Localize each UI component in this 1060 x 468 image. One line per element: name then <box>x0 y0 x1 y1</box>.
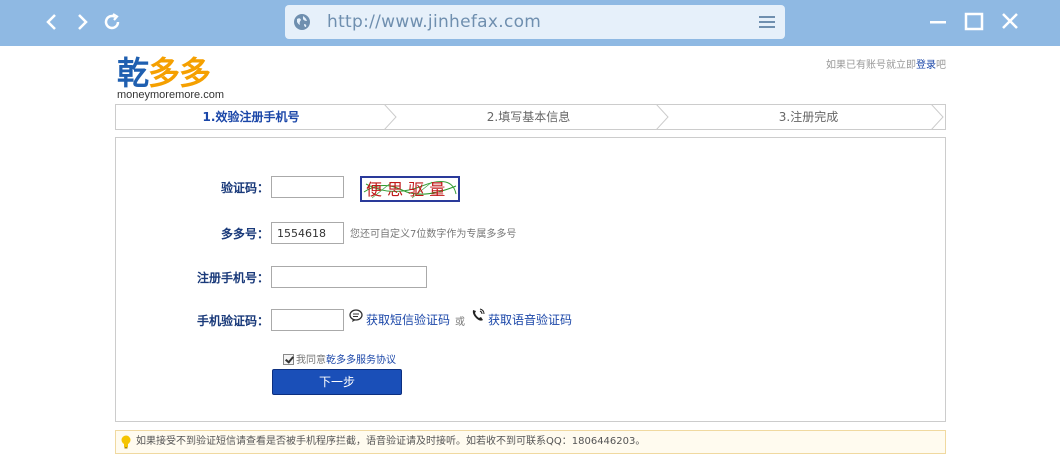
sms-code-label: 手机验证码： <box>196 314 269 328</box>
captcha-label: 验证码： <box>220 181 269 195</box>
duoduo-label: 多多号： <box>220 227 269 241</box>
or-text: 或 <box>455 317 465 328</box>
lightbulb-icon <box>121 435 131 449</box>
next-step-button[interactable]: 下一步 <box>272 369 402 395</box>
close-icon[interactable] <box>996 8 1024 36</box>
service-agreement-link[interactable]: 乾多多服务协议 <box>326 355 396 366</box>
progress-steps: 1.效验注册手机号 2.填写基本信息 3.注册完成 <box>115 104 946 130</box>
get-voice-code-link[interactable]: 获取语音验证码 <box>488 311 572 328</box>
logo[interactable]: 乾多多 moneymoremore.com <box>117 56 224 101</box>
registration-form: 验证码： 便 思 驱 量 多多号： 您还可自定义7位数字作为专属多多号 注册手机… <box>115 137 946 422</box>
back-icon[interactable] <box>40 10 64 34</box>
step-divider <box>656 104 669 130</box>
login-hint: 如果已有账号就立即登录吧 <box>826 60 946 71</box>
refresh-icon[interactable] <box>100 10 124 34</box>
logo-domain: moneymoremore.com <box>117 89 224 101</box>
phone-label: 注册手机号： <box>196 271 269 285</box>
logo-text-secondary: 多多 <box>148 54 211 92</box>
address-bar[interactable]: http://www.jinhefax.com <box>285 5 785 39</box>
phone-icon <box>472 308 485 321</box>
logo-text-primary: 乾 <box>117 54 149 92</box>
get-sms-code-link[interactable]: 获取短信验证码 <box>366 311 450 328</box>
duoduo-input[interactable] <box>271 222 344 244</box>
captcha-image[interactable]: 便 思 驱 量 <box>360 176 460 202</box>
sms-code-input[interactable] <box>271 309 344 331</box>
url-text[interactable]: http://www.jinhefax.com <box>327 5 541 39</box>
tip-bar: 如果接受不到验证短信请查看是否被手机程序拦截，语音验证请及时接听。如若收不到可联… <box>115 430 946 454</box>
phone-input[interactable] <box>271 266 427 288</box>
step-divider <box>931 104 944 130</box>
step-2: 2.填写基本信息 <box>486 110 571 124</box>
login-link[interactable]: 登录 <box>916 60 936 71</box>
tip-text: 如果接受不到验证短信请查看是否被手机程序拦截，语音验证请及时接听。如若收不到可联… <box>136 436 646 447</box>
browser-toolbar: http://www.jinhefax.com <box>0 0 1060 46</box>
step-3: 3.注册完成 <box>778 110 839 124</box>
forward-icon[interactable] <box>70 10 94 34</box>
agreement: 我同意乾多多服务协议 <box>283 351 396 366</box>
agree-checkbox[interactable] <box>283 354 294 365</box>
captcha-text: 便 思 驱 量 <box>366 180 445 199</box>
captcha-input[interactable] <box>271 176 344 198</box>
maximize-icon[interactable] <box>960 8 988 36</box>
minimize-icon[interactable] <box>924 8 952 36</box>
page-content: 乾多多 moneymoremore.com 如果已有账号就立即登录吧 1.效验注… <box>0 46 1060 468</box>
step-1: 1.效验注册手机号 <box>202 110 300 124</box>
duoduo-hint: 您还可自定义7位数字作为专属多多号 <box>350 229 517 240</box>
globe-icon <box>293 13 311 31</box>
menu-icon[interactable] <box>759 13 775 31</box>
chat-bubble-icon <box>349 309 363 322</box>
